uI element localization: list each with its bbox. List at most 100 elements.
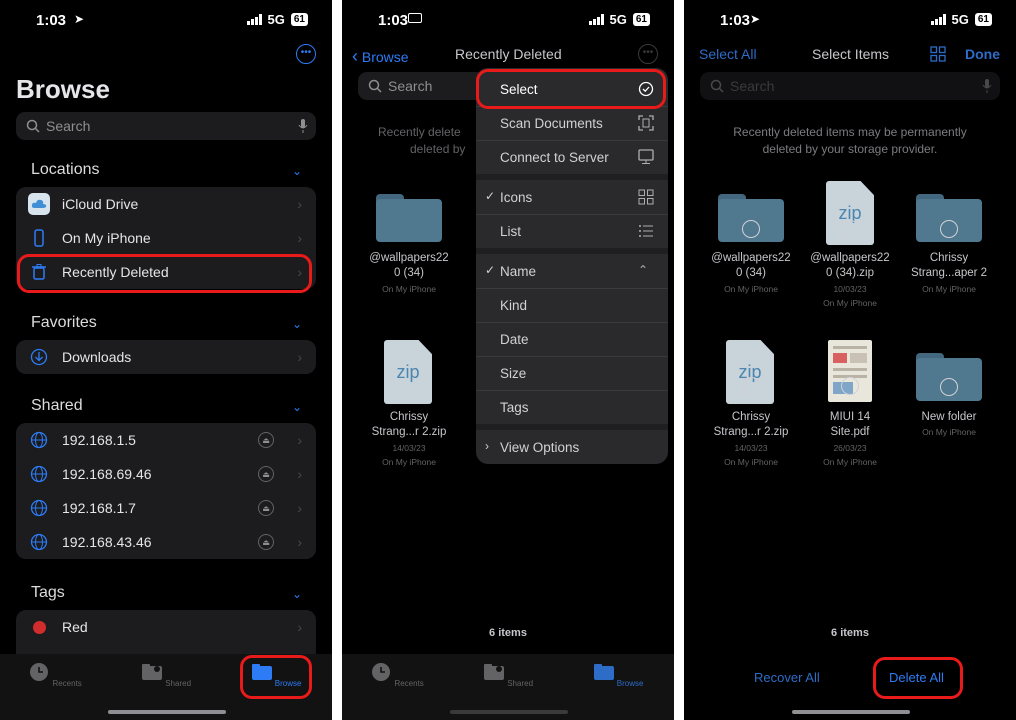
chevron-right-icon: › [485,439,489,453]
selection-circle[interactable] [841,377,859,395]
location-on-my-iphone[interactable]: On My iPhone › [16,221,316,255]
select-all-button[interactable]: Select All [699,46,757,62]
tag-red[interactable]: Red › [16,610,316,644]
server-label: 192.168.1.5 [62,432,136,448]
menu-label: Kind [500,298,528,313]
selection-circle[interactable] [940,378,958,396]
menu-item-name[interactable]: ✓ Name ⌃ [476,254,668,288]
pdf-line [833,346,867,349]
tab-label: Recents [394,679,424,688]
shared-server[interactable]: 192.168.43.46 ⏏ › [16,525,316,559]
item-count: 6 items [489,627,527,639]
eject-icon[interactable]: ⏏ [258,534,274,550]
battery-icon: 61 [290,13,308,26]
tab-recents[interactable]: Recents [25,662,85,688]
menu-label: List [500,224,522,239]
selection-circle[interactable] [742,220,760,238]
microphone-icon [982,79,992,93]
chevron-down-icon[interactable]: ⌄ [292,400,302,414]
eject-icon[interactable]: ⏏ [258,432,274,448]
zip-file-icon[interactable]: zip [384,340,432,404]
tab-recents[interactable]: Recents [367,662,427,688]
file-name: @wallpapers22 [810,252,890,264]
tab-label: Shared [165,679,192,688]
home-indicator [792,710,910,714]
menu-item-size[interactable]: Size [476,356,668,390]
search-input[interactable]: Search [16,112,316,140]
section-shared[interactable]: Shared [31,397,83,415]
menu-item-date[interactable]: Date [476,322,668,356]
shared-server[interactable]: 192.168.69.46 ⏏ › [16,457,316,491]
shared-server[interactable]: 192.168.1.5 ⏏ › [16,423,316,457]
file-location: On My iPhone [922,284,976,294]
eject-icon[interactable]: ⏏ [258,500,274,516]
menu-label: Size [500,366,527,381]
shared-server[interactable]: 192.168.1.7 ⏏ › [16,491,316,525]
file-name: Chrissy [929,252,969,264]
file-name: Chrissy [731,411,771,423]
tab-shared[interactable]: Shared [136,662,196,688]
more-options-icon[interactable]: ••• [296,44,316,64]
file-date: 26/03/23 [833,443,867,453]
location-label: On My iPhone [62,230,151,246]
menu-item-icons[interactable]: ✓ Icons [476,180,668,214]
file-name: Strang...aper 2 [910,267,988,279]
menu-item-scan-documents[interactable]: Scan Documents [476,106,668,140]
search-placeholder: Search [730,78,775,94]
menu-label: Connect to Server [500,150,609,165]
menu-label: Scan Documents [500,116,603,131]
recover-all-button[interactable]: Recover All [754,670,820,685]
chevron-down-icon[interactable]: ⌄ [292,317,302,331]
chevron-left-icon: ‹ [352,46,358,66]
tag-color-dot [28,616,50,638]
browse-screen: 1:03 ➤ 5G 61 ••• Browse Search Locations… [0,0,332,720]
tab-browse[interactable]: Browse [588,662,648,688]
selection-circle[interactable] [940,220,958,238]
zip-label: zip [396,362,420,382]
chevron-up-icon: ⌃ [638,263,649,277]
location-icloud-drive[interactable]: iCloud Drive › [16,187,316,221]
selection-circle[interactable] [841,220,859,238]
highlight-browse-tab [240,655,312,699]
favorite-label: Downloads [62,349,132,365]
tab-label: Recents [52,679,82,688]
home-indicator [108,710,226,714]
tab-label: Browse [616,679,644,688]
menu-item-kind[interactable]: Kind [476,288,668,322]
file-location: On My iPhone [382,457,436,467]
chevron-down-icon[interactable]: ⌄ [292,164,302,178]
folder-icon[interactable] [376,194,442,242]
more-options-icon[interactable]: ••• [638,44,658,64]
back-button[interactable]: ‹ Browse [352,46,409,67]
file-location: On My iPhone [382,284,436,294]
menu-item-list[interactable]: List [476,214,668,248]
section-tags[interactable]: Tags [31,584,65,602]
grid-view-icon[interactable] [930,46,946,62]
pdf-line [833,368,867,371]
done-button[interactable]: Done [965,46,1000,62]
tab-shared[interactable]: Shared [478,662,538,688]
file-name: 0 (34).zip [826,267,874,279]
menu-item-connect-to-server[interactable]: Connect to Server [476,140,668,174]
chevron-down-icon[interactable]: ⌄ [292,587,302,601]
section-favorites[interactable]: Favorites [31,314,97,332]
eject-icon[interactable]: ⏏ [258,466,274,482]
globe-icon [28,497,50,519]
file-location: On My iPhone [823,457,877,467]
menu-item-view-options[interactable]: › View Options [476,430,668,464]
shared-folder-icon [483,664,504,680]
file-date: 14/03/23 [734,443,768,453]
file-location: On My iPhone [823,298,877,308]
globe-icon [28,429,50,451]
chevron-right-icon: › [297,432,302,448]
file-name: Chrissy [389,411,429,423]
favorite-downloads[interactable]: Downloads › [16,340,316,374]
file-name: 0 (34) [735,267,767,279]
grid-icon [638,189,654,205]
status-time: 1:03 [36,12,67,29]
menu-item-tags[interactable]: Tags [476,390,668,424]
selection-circle[interactable] [742,377,760,395]
section-locations[interactable]: Locations [31,161,100,179]
microphone-icon[interactable] [298,119,308,133]
chevron-right-icon: › [297,466,302,482]
